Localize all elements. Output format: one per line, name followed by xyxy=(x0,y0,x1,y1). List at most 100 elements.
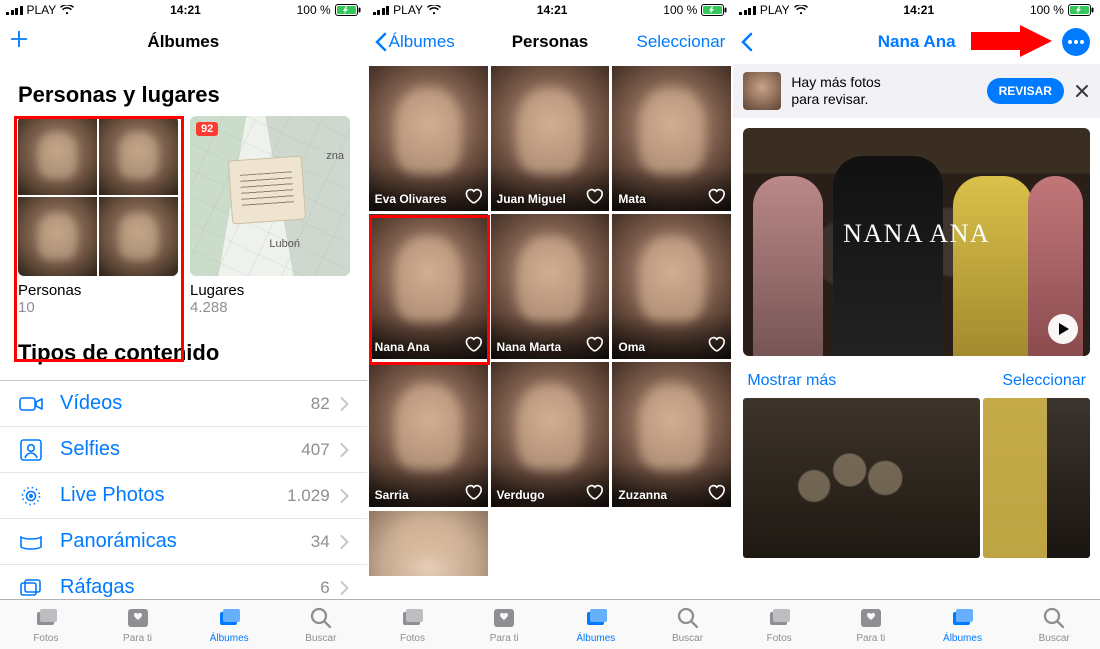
tab-label: Para ti xyxy=(123,633,152,644)
album-title: Lugares xyxy=(190,282,350,299)
albums-tab-icon xyxy=(216,605,242,631)
signal-bars-icon xyxy=(6,5,23,15)
person-tile[interactable] xyxy=(369,511,488,576)
chevron-right-icon xyxy=(340,535,349,549)
close-icon[interactable] xyxy=(1074,83,1090,99)
add-button[interactable] xyxy=(8,28,30,55)
carrier-label: PLAY xyxy=(393,3,423,17)
search-tab-icon xyxy=(675,605,701,631)
tab-label: Álbumes xyxy=(210,633,249,644)
tab-buscar[interactable]: Buscar xyxy=(642,600,734,649)
row-count: 34 xyxy=(311,532,330,552)
person-tile[interactable]: Juan Miguel xyxy=(491,66,610,211)
map-city-label: Luboń xyxy=(269,238,300,250)
person-tile[interactable]: Oma xyxy=(612,214,731,359)
favorite-icon[interactable] xyxy=(464,484,482,502)
row-panoramicas[interactable]: Panorámicas 34 xyxy=(0,519,367,565)
tab-parati[interactable]: Para ti xyxy=(458,600,550,649)
favorite-icon[interactable] xyxy=(707,188,725,206)
review-banner: Hay más fotos para revisar. REVISAR xyxy=(733,64,1100,118)
section-personas-lugares: Personas y lugares xyxy=(0,64,367,116)
row-livephotos[interactable]: Live Photos 1.029 xyxy=(0,473,367,519)
carrier-label: PLAY xyxy=(27,3,57,17)
person-thumb xyxy=(18,116,97,195)
person-tile[interactable]: Nana Marta xyxy=(491,214,610,359)
row-count: 6 xyxy=(320,578,329,598)
person-tile[interactable]: Verdugo xyxy=(491,362,610,507)
battery-icon xyxy=(335,4,361,16)
tab-fotos[interactable]: Fotos xyxy=(367,600,459,649)
tab-albumes[interactable]: Álbumes xyxy=(917,600,1009,649)
content-albums: Personas y lugares Personas 10 92 xyxy=(0,64,367,599)
row-videos[interactable]: Vídeos 82 xyxy=(0,381,367,427)
play-button[interactable] xyxy=(1048,314,1078,344)
photos-row xyxy=(733,398,1100,558)
row-count: 82 xyxy=(311,394,330,414)
person-tile[interactable]: Mata xyxy=(612,66,731,211)
person-tile[interactable]: Eva Olivares xyxy=(369,66,488,211)
banner-text: Hay más fotos para revisar. xyxy=(791,74,976,108)
favorite-icon[interactable] xyxy=(707,336,725,354)
back-button[interactable] xyxy=(741,32,753,52)
video-icon xyxy=(18,391,44,417)
person-name: Mata xyxy=(618,192,645,206)
tab-label: Fotos xyxy=(767,633,792,644)
hero-memory[interactable]: NANA ANA xyxy=(743,128,1090,356)
album-lugares[interactable]: 92 zna Luboń Lugares 4.288 xyxy=(190,116,350,316)
status-bar: PLAY 14:21 100 % xyxy=(0,0,367,20)
row-label: Ráfagas xyxy=(60,576,135,599)
tab-label: Fotos xyxy=(33,633,58,644)
person-name: Nana Marta xyxy=(497,340,562,354)
nav-bar: Nana Ana xyxy=(733,20,1100,64)
tab-buscar[interactable]: Buscar xyxy=(275,600,367,649)
select-button[interactable]: Seleccionar xyxy=(636,32,725,52)
play-icon xyxy=(1058,322,1070,336)
favorite-icon[interactable] xyxy=(464,336,482,354)
row-selfies[interactable]: Selfies 407 xyxy=(0,427,367,473)
favorite-icon[interactable] xyxy=(707,484,725,502)
tab-label: Buscar xyxy=(305,633,336,644)
tab-buscar[interactable]: Buscar xyxy=(1008,600,1100,649)
panorama-icon xyxy=(18,529,44,555)
person-tile[interactable]: Zuzanna xyxy=(612,362,731,507)
favorite-icon[interactable] xyxy=(464,188,482,206)
row-rafagas[interactable]: Ráfagas 6 xyxy=(0,565,367,599)
favorite-icon[interactable] xyxy=(585,188,603,206)
person-tile[interactable]: Sarria xyxy=(369,362,488,507)
status-bar: PLAY 14:21 100 % xyxy=(367,0,734,20)
search-tab-icon xyxy=(1041,605,1067,631)
foryou-tab-icon xyxy=(491,605,517,631)
tab-label: Buscar xyxy=(672,633,703,644)
nav-bar: Álbumes Personas Seleccionar xyxy=(367,20,734,64)
favorite-icon[interactable] xyxy=(585,336,603,354)
person-name: Juan Miguel xyxy=(497,192,566,206)
favorite-icon[interactable] xyxy=(585,484,603,502)
photos-tab-icon xyxy=(399,605,425,631)
chevron-left-icon xyxy=(375,32,387,52)
content-person-detail: Hay más fotos para revisar. REVISAR NANA… xyxy=(733,64,1100,599)
albums-tab-icon xyxy=(583,605,609,631)
album-personas[interactable]: Personas 10 xyxy=(18,116,178,316)
select-link[interactable]: Seleccionar xyxy=(1002,372,1086,390)
tab-parati[interactable]: Para ti xyxy=(825,600,917,649)
tab-fotos[interactable]: Fotos xyxy=(0,600,92,649)
more-button[interactable] xyxy=(1062,28,1090,56)
back-button[interactable]: Álbumes xyxy=(375,32,455,52)
tab-albumes[interactable]: Álbumes xyxy=(550,600,642,649)
photo-thumb[interactable] xyxy=(983,398,1090,558)
tab-albumes[interactable]: Álbumes xyxy=(183,600,275,649)
content-persons: Eva Olivares Juan Miguel Mata Nana Ana Nana … xyxy=(367,64,734,599)
livephotos-icon xyxy=(18,483,44,509)
show-more-link[interactable]: Mostrar más xyxy=(747,372,836,390)
chevron-right-icon xyxy=(340,489,349,503)
screen-albums: PLAY 14:21 100 % Álbumes Personas y luga… xyxy=(0,0,367,649)
row-count: 1.029 xyxy=(287,486,330,506)
review-button[interactable]: REVISAR xyxy=(987,78,1064,104)
status-bar: PLAY 14:21 100 % xyxy=(733,0,1100,20)
person-tile[interactable]: Nana Ana xyxy=(369,214,488,359)
nav-bar: Álbumes xyxy=(0,20,367,64)
chevron-right-icon xyxy=(340,581,349,595)
tab-parati[interactable]: Para ti xyxy=(92,600,184,649)
tab-fotos[interactable]: Fotos xyxy=(733,600,825,649)
photo-thumb[interactable] xyxy=(743,398,979,558)
